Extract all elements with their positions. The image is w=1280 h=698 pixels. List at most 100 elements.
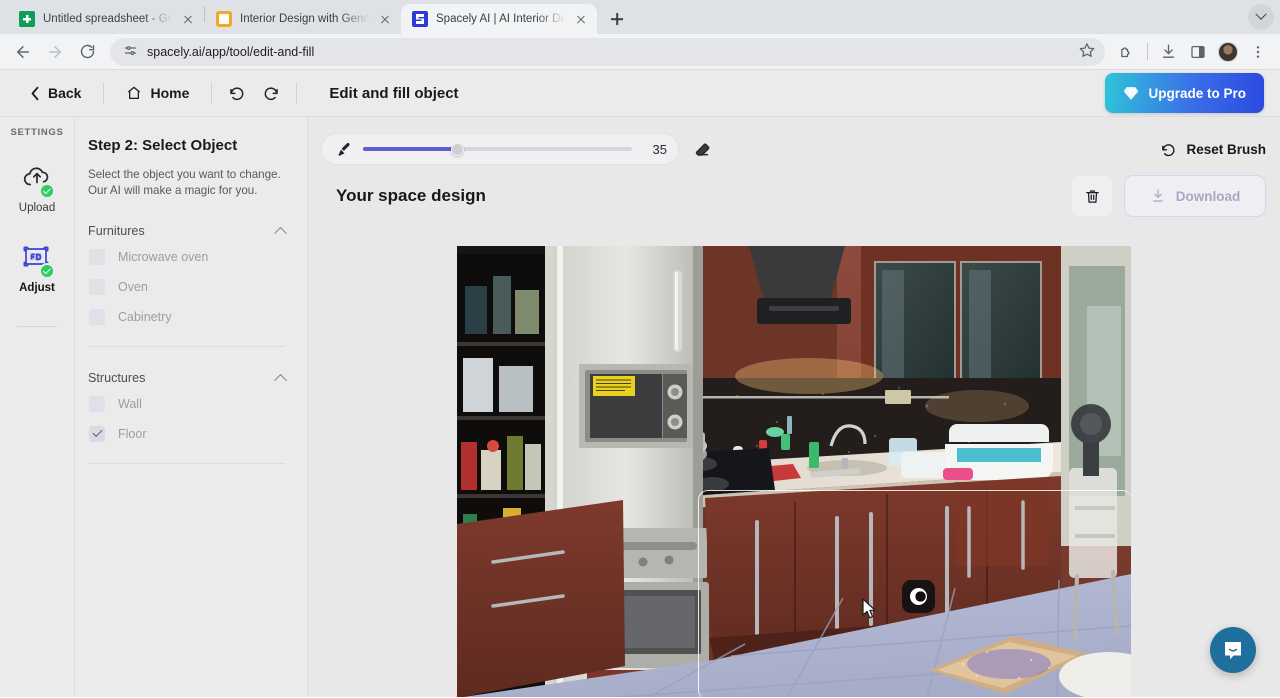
browser-tab-title: Interior Design with Generati [240, 13, 369, 25]
home-icon [126, 85, 142, 101]
spacely-icon [412, 11, 428, 27]
option-label: Oven [118, 280, 148, 294]
design-title: Your space design [336, 186, 486, 206]
site-settings-icon[interactable] [123, 43, 138, 61]
intercom-chat-button[interactable] [1210, 627, 1256, 673]
design-actions: Download [1071, 175, 1266, 217]
image-stage[interactable] [457, 246, 1131, 697]
checkbox[interactable] [89, 309, 105, 325]
reset-brush-button[interactable]: Reset Brush [1160, 141, 1266, 158]
profile-avatar[interactable] [1218, 42, 1238, 62]
brush-size-slider[interactable] [363, 142, 632, 156]
browser-tab-3-active[interactable]: Spacely AI | AI Interior Design [401, 4, 597, 34]
forward-icon[interactable] [40, 37, 70, 67]
close-icon[interactable] [573, 11, 589, 27]
new-tab-button[interactable] [603, 5, 631, 33]
browser-tab-1[interactable]: Untitled spreadsheet - Googl [8, 4, 204, 34]
brush-cursor-indicator [902, 580, 935, 613]
download-icon [1150, 188, 1166, 204]
header-divider [103, 82, 104, 104]
browser-tab-title: Spacely AI | AI Interior Design [436, 13, 565, 25]
reset-brush-label: Reset Brush [1186, 142, 1266, 157]
delete-button[interactable] [1071, 175, 1113, 217]
rail-item-adjust[interactable]: Adjust [7, 244, 67, 294]
group-title: Structures [88, 371, 145, 385]
back-icon[interactable] [8, 37, 38, 67]
group-divider [88, 463, 285, 464]
status-check-icon [39, 183, 55, 199]
editor-canvas: 35 Reset Brush Your space design [308, 117, 1280, 697]
side-panel-icon[interactable] [1184, 38, 1212, 66]
download-button[interactable]: Download [1124, 175, 1266, 217]
extensions-icon[interactable] [1113, 38, 1141, 66]
group-furnitures: Furnitures Microwave oven Oven Cabinetry [88, 224, 285, 347]
group-divider [88, 346, 285, 347]
rail-heading: SETTINGS [10, 127, 63, 138]
checkbox[interactable] [89, 396, 105, 412]
header-divider [211, 82, 212, 104]
google-sheets-icon [19, 11, 35, 27]
redo-icon[interactable] [254, 76, 288, 110]
option-oven[interactable]: Oven [88, 272, 285, 302]
orange-square-icon [216, 11, 232, 27]
brush-icon[interactable] [335, 141, 352, 158]
diamond-icon [1123, 86, 1139, 101]
close-icon[interactable] [377, 11, 393, 27]
checkbox-checked[interactable] [89, 426, 105, 442]
group-title: Furnitures [88, 224, 145, 238]
app-body: SETTINGS Upload Adjust [0, 117, 1280, 697]
download-label: Download [1176, 189, 1241, 204]
trash-icon [1084, 188, 1101, 205]
option-label: Wall [118, 397, 142, 411]
option-microwave-oven[interactable]: Microwave oven [88, 242, 285, 272]
back-button[interactable]: Back [16, 79, 95, 107]
browser-tab-2[interactable]: Interior Design with Generati [205, 4, 401, 34]
panel-description: Select the object you want to change. Ou… [88, 167, 285, 200]
upgrade-to-pro-button[interactable]: Upgrade to Pro [1105, 73, 1264, 113]
group-header-structures[interactable]: Structures [88, 371, 285, 389]
checkbox[interactable] [89, 279, 105, 295]
eraser-icon[interactable] [685, 133, 719, 165]
profile-button[interactable] [1214, 38, 1242, 66]
downloads-icon[interactable] [1154, 38, 1182, 66]
checkbox[interactable] [89, 249, 105, 265]
browser-tab-strip: Untitled spreadsheet - Googl Interior De… [0, 0, 1280, 34]
back-label: Back [48, 85, 81, 101]
tab-search-button[interactable] [1248, 4, 1274, 30]
option-label: Microwave oven [118, 250, 208, 264]
settings-rail: SETTINGS Upload Adjust [0, 117, 75, 697]
design-header: Your space design Download [336, 175, 1266, 217]
option-cabinetry[interactable]: Cabinetry [88, 302, 285, 332]
chevron-down-icon [1255, 9, 1266, 20]
group-structures: Structures Wall Floor [88, 371, 285, 464]
option-floor[interactable]: Floor [88, 419, 285, 449]
panel-title: Step 2: Select Object [88, 137, 285, 154]
status-check-icon [39, 263, 55, 279]
slider-handle[interactable] [451, 143, 464, 156]
brush-toolbar: 35 Reset Brush [321, 133, 1266, 165]
object-select-panel: Step 2: Select Object Select the object … [75, 117, 308, 697]
reload-icon[interactable] [72, 37, 102, 67]
reset-undo-icon [1160, 141, 1177, 158]
undo-icon[interactable] [220, 76, 254, 110]
intercom-chat-icon [1221, 638, 1245, 662]
address-bar[interactable]: spacely.ai/app/tool/edit-and-fill [110, 38, 1105, 66]
option-wall[interactable]: Wall [88, 389, 285, 419]
home-button[interactable]: Home [112, 79, 203, 107]
home-label: Home [150, 85, 189, 101]
brush-controls: 35 [321, 133, 679, 165]
option-label: Floor [118, 427, 146, 441]
bookmark-star-icon[interactable] [1079, 42, 1095, 61]
chevron-up-icon[interactable] [274, 227, 287, 240]
chrome-menu-icon[interactable] [1244, 38, 1272, 66]
mouse-pointer [862, 598, 878, 620]
option-label: Cabinetry [118, 310, 172, 324]
rail-item-label: Upload [19, 202, 55, 214]
header-divider [296, 82, 297, 104]
chevron-up-icon[interactable] [274, 374, 287, 387]
group-header-furnitures[interactable]: Furnitures [88, 224, 285, 242]
rail-item-upload[interactable]: Upload [7, 164, 67, 214]
close-icon[interactable] [180, 11, 196, 27]
browser-tab-title: Untitled spreadsheet - Googl [43, 13, 172, 25]
toolbar-divider [1147, 43, 1148, 60]
